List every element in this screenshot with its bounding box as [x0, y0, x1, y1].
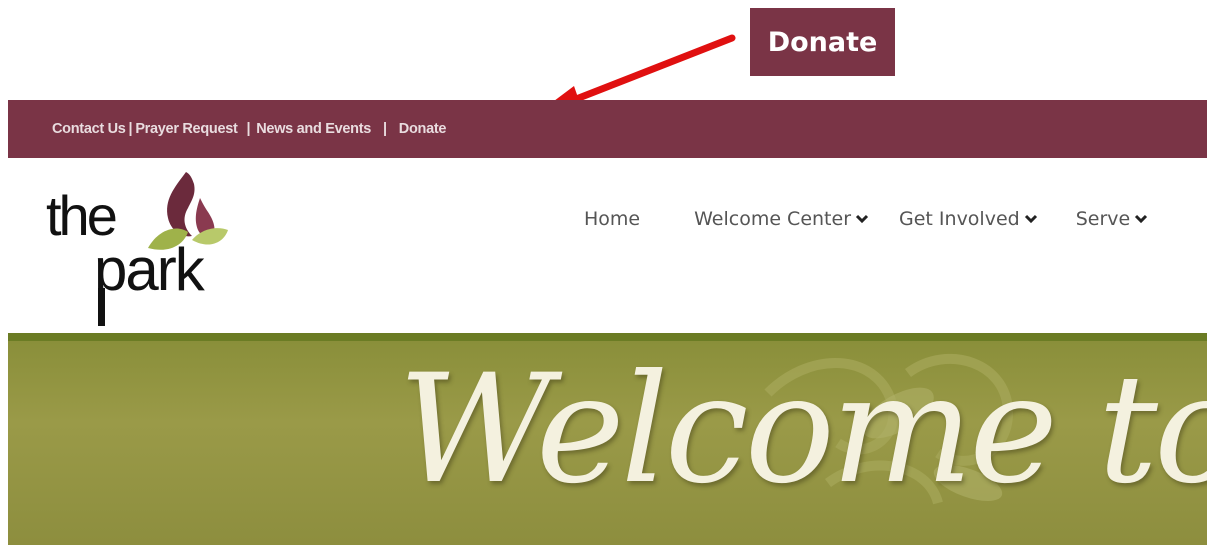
site-logo[interactable]: the park [44, 170, 254, 330]
donate-callout-label: Donate [767, 26, 878, 58]
nav-serve[interactable]: Serve [1076, 208, 1149, 230]
top-utility-bar: Contact Us | Prayer Request | News and Event… [8, 100, 1207, 158]
logo-word-park: park [94, 236, 205, 303]
nav-welcome-center-label: Welcome Center [694, 208, 852, 230]
nav-welcome-center[interactable]: Welcome Center [694, 208, 869, 230]
donate-callout-box: Donate [750, 8, 895, 76]
topbar-link-donate[interactable]: Donate [399, 121, 447, 137]
topbar-link-prayer-request[interactable]: Prayer Request [135, 121, 237, 137]
topbar-separator: | [128, 121, 133, 137]
topbar-separator: | [383, 121, 387, 137]
nav-home[interactable]: Home [584, 208, 640, 230]
logo-stem [98, 288, 105, 326]
site-header: the park Home Welcome Center Get Involve… [8, 158, 1207, 330]
chevron-down-icon [1024, 214, 1037, 224]
main-nav: Home Welcome Center Get Involved Serve [584, 208, 1148, 230]
hero-banner: Welcome to [8, 333, 1207, 545]
chevron-down-icon [855, 214, 869, 224]
hero-headline: Welcome to [398, 343, 1207, 517]
nav-home-label: Home [584, 208, 641, 230]
top-links: Contact Us | Prayer Request | News and Event… [52, 121, 446, 137]
topbar-link-news-and-events[interactable]: News and Events [256, 121, 371, 137]
chevron-down-icon [1135, 214, 1148, 224]
topbar-link-contact-us[interactable]: Contact Us [52, 121, 126, 137]
nav-get-involved[interactable]: Get Involved [899, 208, 1038, 230]
nav-serve-label: Serve [1075, 208, 1131, 230]
nav-get-involved-label: Get Involved [899, 208, 1020, 230]
topbar-separator: | [246, 121, 251, 137]
